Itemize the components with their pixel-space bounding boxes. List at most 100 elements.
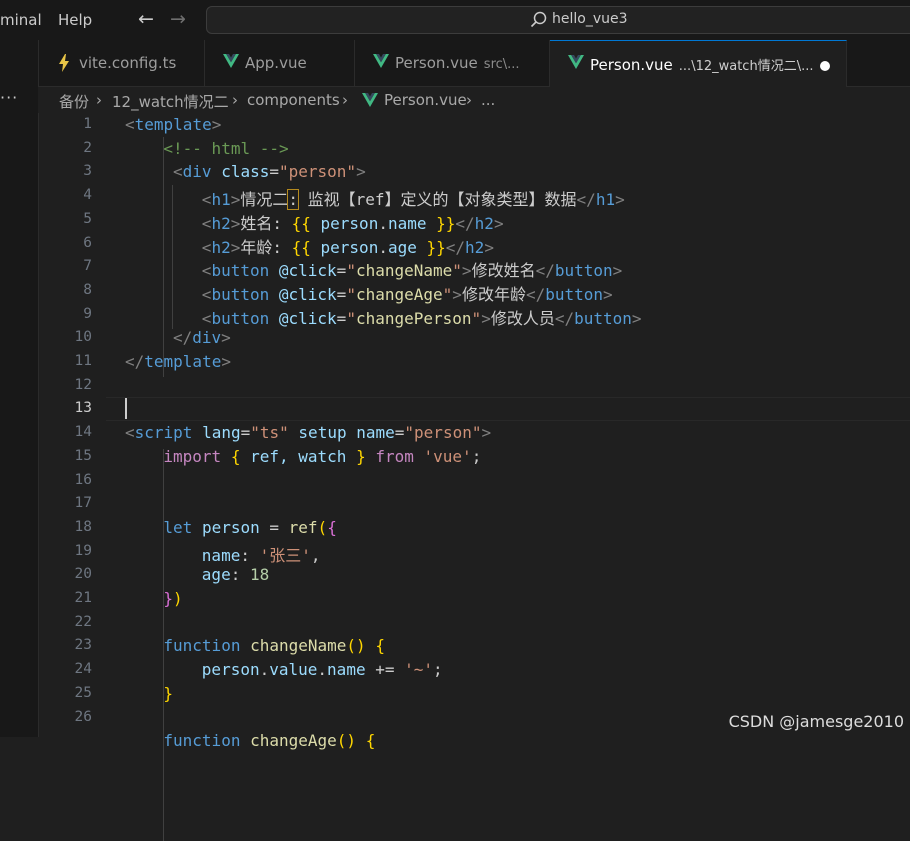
code-token: > xyxy=(211,115,222,134)
code-token: value xyxy=(269,660,318,680)
code-token: </ xyxy=(535,261,555,281)
code-token: class xyxy=(221,162,270,182)
unsaved-dot-icon[interactable] xyxy=(820,61,830,71)
breadcrumb: 备份 › 12_watch情况二 › components › Person.v… xyxy=(38,87,910,113)
line-number: 12 xyxy=(74,376,92,393)
watermark: CSDN @jamesge2010 xyxy=(728,712,904,731)
code-text: import { ref, watch } from 'vue'; xyxy=(163,447,481,466)
menu-help[interactable]: Help xyxy=(58,11,92,29)
code-text: <script lang="ts" setup name="person"> xyxy=(125,423,491,442)
more-actions-icon[interactable]: ··· xyxy=(0,88,18,107)
code-text: <div class="person"> xyxy=(173,162,366,181)
command-center-search[interactable]: hello_vue3 xyxy=(206,6,910,34)
code-token: = xyxy=(394,423,405,443)
code-token: "person" xyxy=(404,423,482,443)
code-token: > xyxy=(230,213,241,233)
breadcrumb-item[interactable]: Person.vue xyxy=(384,91,467,109)
code-line[interactable]: 22 xyxy=(38,611,910,635)
code-token: button xyxy=(211,261,270,281)
chevron-right-icon: › xyxy=(342,91,348,109)
code-token: = xyxy=(259,517,289,537)
code-token: " xyxy=(346,308,356,328)
search-text: hello_vue3 xyxy=(552,11,628,27)
code-token: < xyxy=(173,162,183,182)
code-token: person xyxy=(310,213,379,233)
code-token: changeName xyxy=(355,261,453,281)
code-token: ref xyxy=(288,517,318,537)
code-line-content: function changeName() { xyxy=(38,634,910,658)
tab-person-vue-src[interactable]: Person.vue src\... xyxy=(355,40,550,86)
code-token: } xyxy=(356,446,366,466)
code-token: " xyxy=(452,261,462,281)
tab-label: App.vue xyxy=(245,54,307,72)
code-line-content: let person = ref({ xyxy=(38,516,910,540)
vue-icon xyxy=(223,54,239,68)
code-token: changeAge xyxy=(355,284,443,304)
code-line[interactable]: 12 xyxy=(38,374,910,398)
code-token: button xyxy=(554,261,613,281)
code-token: @click xyxy=(278,284,337,304)
code-editor[interactable]: 1 2 3 4 5 6 7 8 9 10 11 12 13 14 15 16 17 18 19 20 21 22 23 24 2… xyxy=(38,113,910,841)
code-text: <!-- html --> xyxy=(163,139,288,158)
code-token: > xyxy=(230,190,241,210)
code-line-content: <h2>姓名: {{ person.name }}</h2> xyxy=(38,208,910,233)
code-line[interactable]: 16 xyxy=(38,469,910,493)
tab-label: Person.vue xyxy=(590,56,673,74)
code-text: function changeAge() { xyxy=(163,731,375,750)
code-line-content: function changeAge() { xyxy=(38,729,910,753)
code-token: </ xyxy=(525,284,546,304)
code-text: } xyxy=(163,684,173,703)
line-number: 16 xyxy=(74,471,92,488)
code-token: 监视【ref】定义的【对象类型】数据 xyxy=(298,190,577,210)
code-token: ( xyxy=(317,517,328,537)
code-token: }} xyxy=(426,213,456,233)
code-token: > xyxy=(484,237,494,257)
code-token: = xyxy=(336,308,347,328)
breadcrumb-item[interactable]: components xyxy=(247,91,340,109)
code-token: {{ xyxy=(291,213,311,233)
code-token: name xyxy=(387,213,427,233)
line-number: 22 xyxy=(74,613,92,630)
code-token: ; xyxy=(471,446,482,466)
code-token: 18 xyxy=(249,565,270,585)
current-line-highlight xyxy=(106,397,910,422)
code-line[interactable]: 13 xyxy=(38,397,910,422)
menu-terminal[interactable]: minal xyxy=(0,11,42,29)
code-token: > xyxy=(221,328,231,348)
breadcrumb-item[interactable]: 12_watch情况二 xyxy=(112,91,229,112)
code-token: < xyxy=(201,237,212,257)
code-token: h2 xyxy=(465,237,485,257)
tab-vite-config[interactable]: vite.config.ts xyxy=(39,40,205,86)
code-token: < xyxy=(201,308,212,328)
code-text: <template> xyxy=(125,115,221,134)
code-line[interactable]: 17 xyxy=(38,492,910,516)
code-line-content: <button @click="changeName">修改姓名</button… xyxy=(38,255,910,281)
text-cursor xyxy=(125,398,127,420)
code-token: : xyxy=(240,545,260,565)
breadcrumb-item[interactable]: ... xyxy=(481,91,495,109)
code-token: > xyxy=(221,352,231,371)
code-token: = xyxy=(336,261,347,281)
tab-person-vue-active[interactable]: Person.vue ...\12_watch情况二\... xyxy=(550,40,847,87)
code-line-content: </div> xyxy=(38,326,910,350)
back-arrow-icon[interactable]: ← xyxy=(138,8,154,30)
code-text: </template> xyxy=(125,352,231,371)
code-token: " xyxy=(346,261,356,281)
code-token: function xyxy=(163,731,241,751)
tab-app-vue[interactable]: App.vue xyxy=(205,40,355,86)
line-number: 17 xyxy=(74,495,92,512)
code-token: button xyxy=(211,308,270,328)
code-token: > xyxy=(481,423,492,443)
forward-arrow-icon[interactable]: → xyxy=(170,8,186,30)
code-token: button xyxy=(574,308,632,328)
breadcrumb-item[interactable]: 备份 xyxy=(59,91,89,112)
code-token: person xyxy=(201,517,260,537)
code-token: template xyxy=(144,352,222,371)
